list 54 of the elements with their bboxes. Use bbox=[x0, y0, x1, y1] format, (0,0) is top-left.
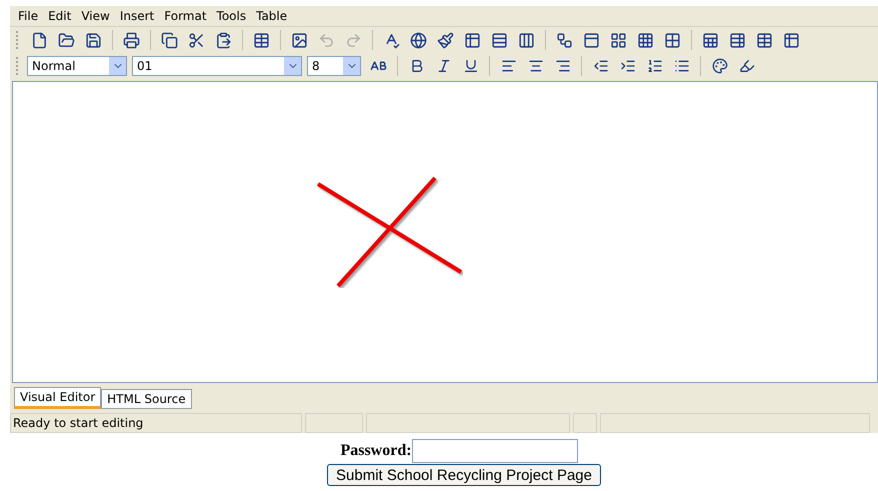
redo-icon bbox=[345, 32, 362, 48]
indent-icon bbox=[620, 58, 636, 74]
table-icon bbox=[702, 32, 719, 48]
save-icon bbox=[85, 32, 102, 48]
grid-icon bbox=[664, 32, 681, 48]
editor-tab[interactable]: HTML Source bbox=[101, 389, 192, 409]
style-select[interactable]: Normal bbox=[27, 56, 127, 76]
table-icon bbox=[729, 32, 746, 48]
palette-icon bbox=[712, 58, 728, 74]
menu-item[interactable]: Format bbox=[160, 9, 211, 23]
outdent-icon bbox=[592, 58, 608, 74]
menu-item[interactable]: Edit bbox=[44, 9, 76, 23]
status-panel bbox=[305, 413, 363, 433]
table-icon bbox=[783, 32, 800, 48]
highlighter-icon bbox=[738, 58, 754, 74]
size-select[interactable]: 8 bbox=[307, 56, 361, 76]
copy-icon bbox=[161, 32, 178, 48]
new-file-icon bbox=[31, 32, 48, 48]
menu-item[interactable]: Table bbox=[252, 9, 292, 23]
status-text: Ready to start editing bbox=[10, 413, 302, 433]
numbered-list-icon bbox=[646, 58, 662, 74]
table-icon bbox=[464, 32, 481, 48]
font-select[interactable]: 01 bbox=[132, 56, 302, 76]
table-columns-icon bbox=[518, 32, 535, 48]
menu-item[interactable]: View bbox=[77, 9, 114, 23]
password-label: Password: bbox=[340, 442, 412, 460]
align-center-icon bbox=[528, 58, 544, 74]
submit-button[interactable]: Submit School Recycling Project Page bbox=[327, 464, 601, 486]
open-folder-icon bbox=[58, 32, 75, 48]
editor-tab[interactable]: Visual Editor bbox=[14, 387, 102, 409]
paste-icon bbox=[215, 32, 232, 48]
menu-item[interactable]: Insert bbox=[116, 9, 158, 23]
printer-icon bbox=[123, 32, 140, 48]
flow-icon bbox=[556, 32, 573, 48]
image-icon bbox=[291, 32, 308, 48]
scissors-icon bbox=[188, 32, 205, 48]
table-icon bbox=[756, 32, 773, 48]
align-left-icon bbox=[500, 58, 516, 74]
grid-icon bbox=[637, 32, 654, 48]
table-rows-icon bbox=[491, 32, 508, 48]
password-field[interactable] bbox=[412, 439, 578, 463]
paintbrush-icon bbox=[437, 32, 454, 48]
underline-icon bbox=[462, 58, 478, 74]
grid-icon bbox=[610, 32, 627, 48]
panel-icon bbox=[583, 32, 600, 48]
italic-icon bbox=[436, 58, 452, 74]
table-icon bbox=[253, 32, 270, 48]
status-panel bbox=[573, 413, 597, 433]
bullet-list-icon bbox=[674, 58, 690, 74]
globe-icon bbox=[410, 32, 427, 48]
menu-item[interactable]: File bbox=[14, 9, 42, 23]
align-right-icon bbox=[554, 58, 570, 74]
menu-item[interactable]: Tools bbox=[212, 9, 250, 23]
undo-icon bbox=[318, 32, 335, 48]
